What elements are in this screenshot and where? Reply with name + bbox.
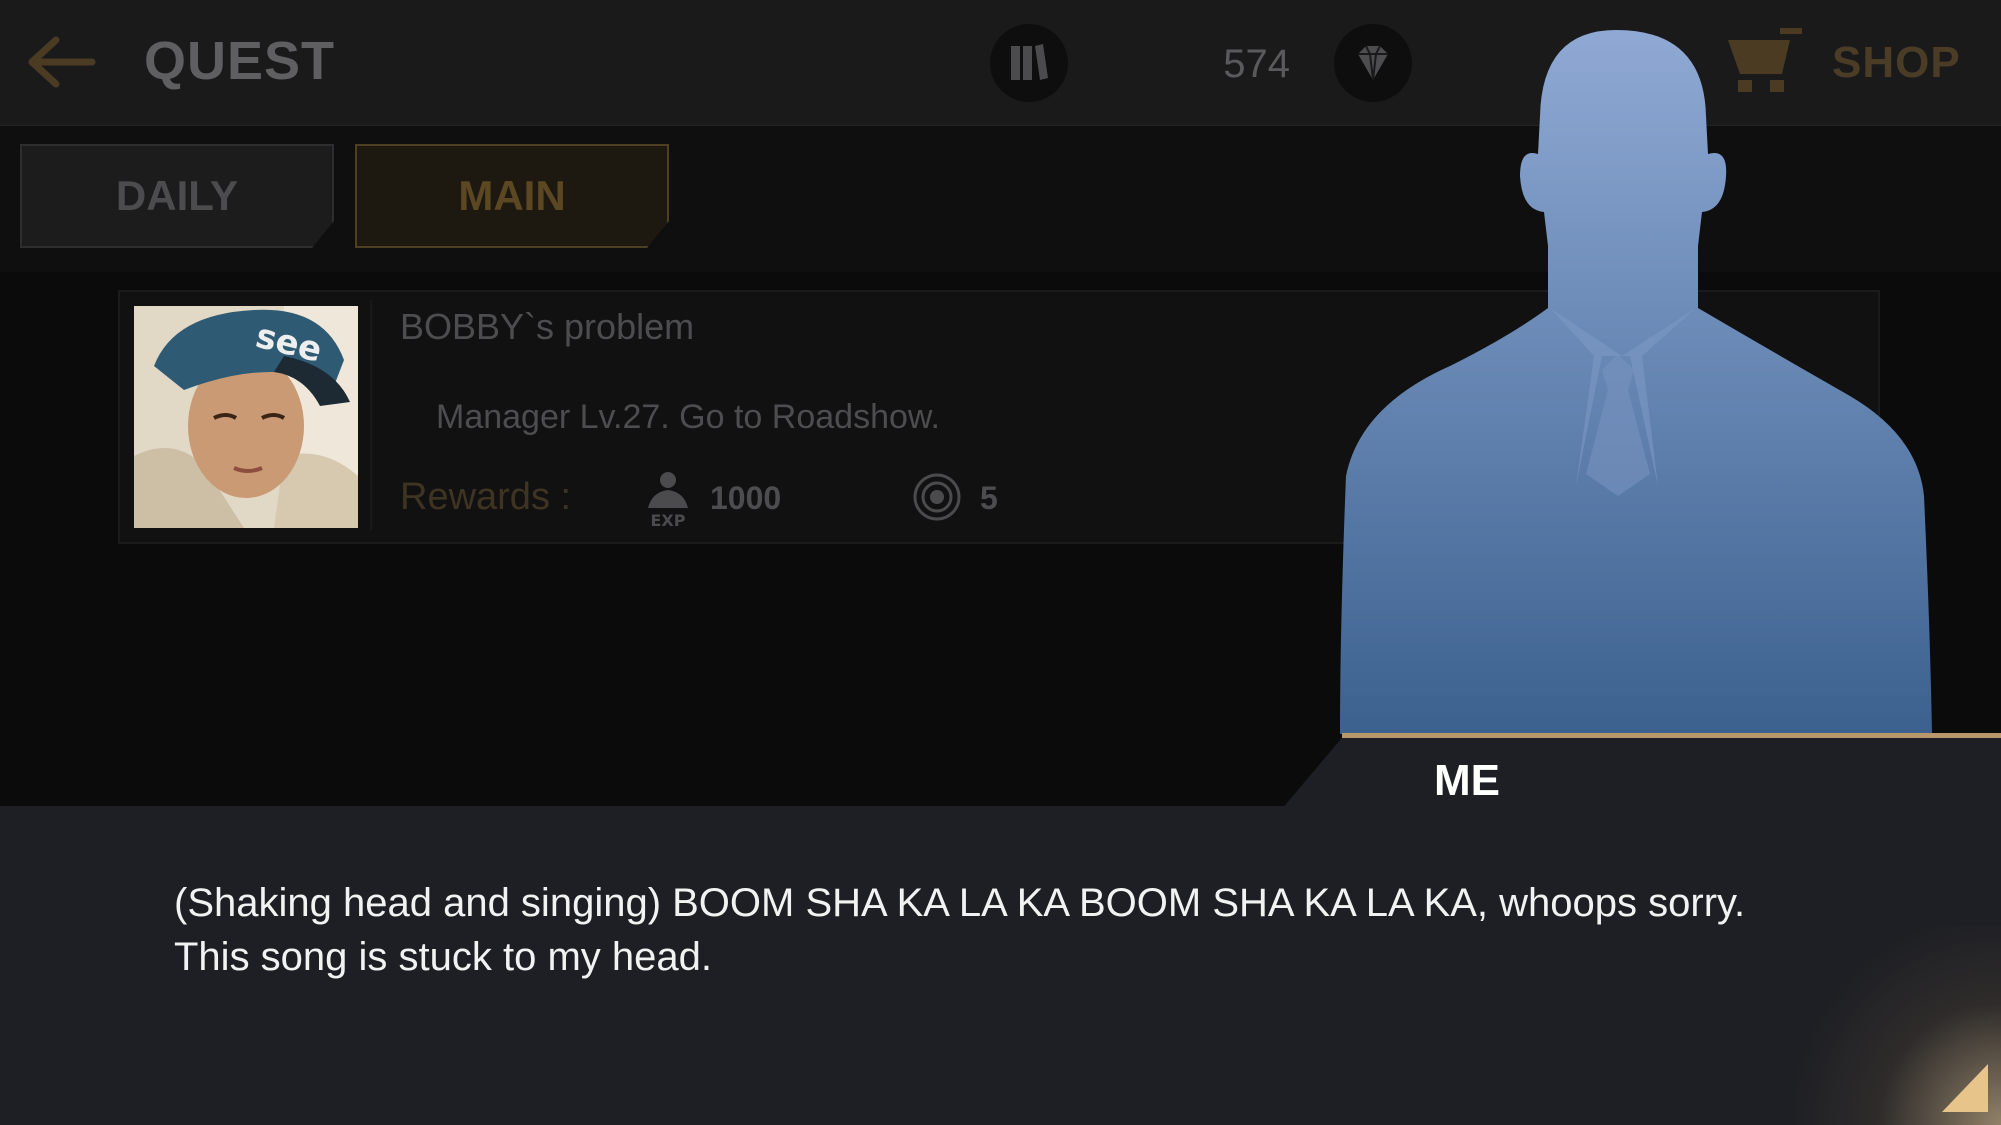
quest-description: Manager Lv.27. Go to Roadshow. xyxy=(436,398,941,436)
speaker-silhouette xyxy=(1330,26,1940,736)
back-arrow-icon[interactable] xyxy=(26,36,96,88)
gem-count: 574 xyxy=(1223,42,1290,86)
tab-main[interactable]: MAIN xyxy=(355,144,669,248)
book-button[interactable] xyxy=(990,24,1068,102)
svg-text:EXP: EXP xyxy=(651,511,686,530)
dialogue-text: (Shaking head and singing) BOOM SHA KA L… xyxy=(174,881,1746,979)
page-title: QUEST xyxy=(144,31,336,91)
medal-icon xyxy=(912,472,962,522)
rewards-label: Rewards : xyxy=(400,476,572,518)
speaker-name: ME xyxy=(1434,756,1500,805)
exp-icon: EXP xyxy=(640,468,696,530)
medal-reward-value: 5 xyxy=(980,480,998,516)
name-plate-accent xyxy=(1342,733,2001,738)
tab-daily[interactable]: DAILY xyxy=(20,144,334,248)
character-avatar: see xyxy=(134,306,358,528)
card-divider xyxy=(370,300,372,530)
quest-name: BOBBY`s problem xyxy=(400,306,695,347)
next-arrow-icon[interactable] xyxy=(1940,1062,1990,1114)
exp-reward-value: 1000 xyxy=(710,480,782,516)
book-icon xyxy=(1011,44,1048,80)
